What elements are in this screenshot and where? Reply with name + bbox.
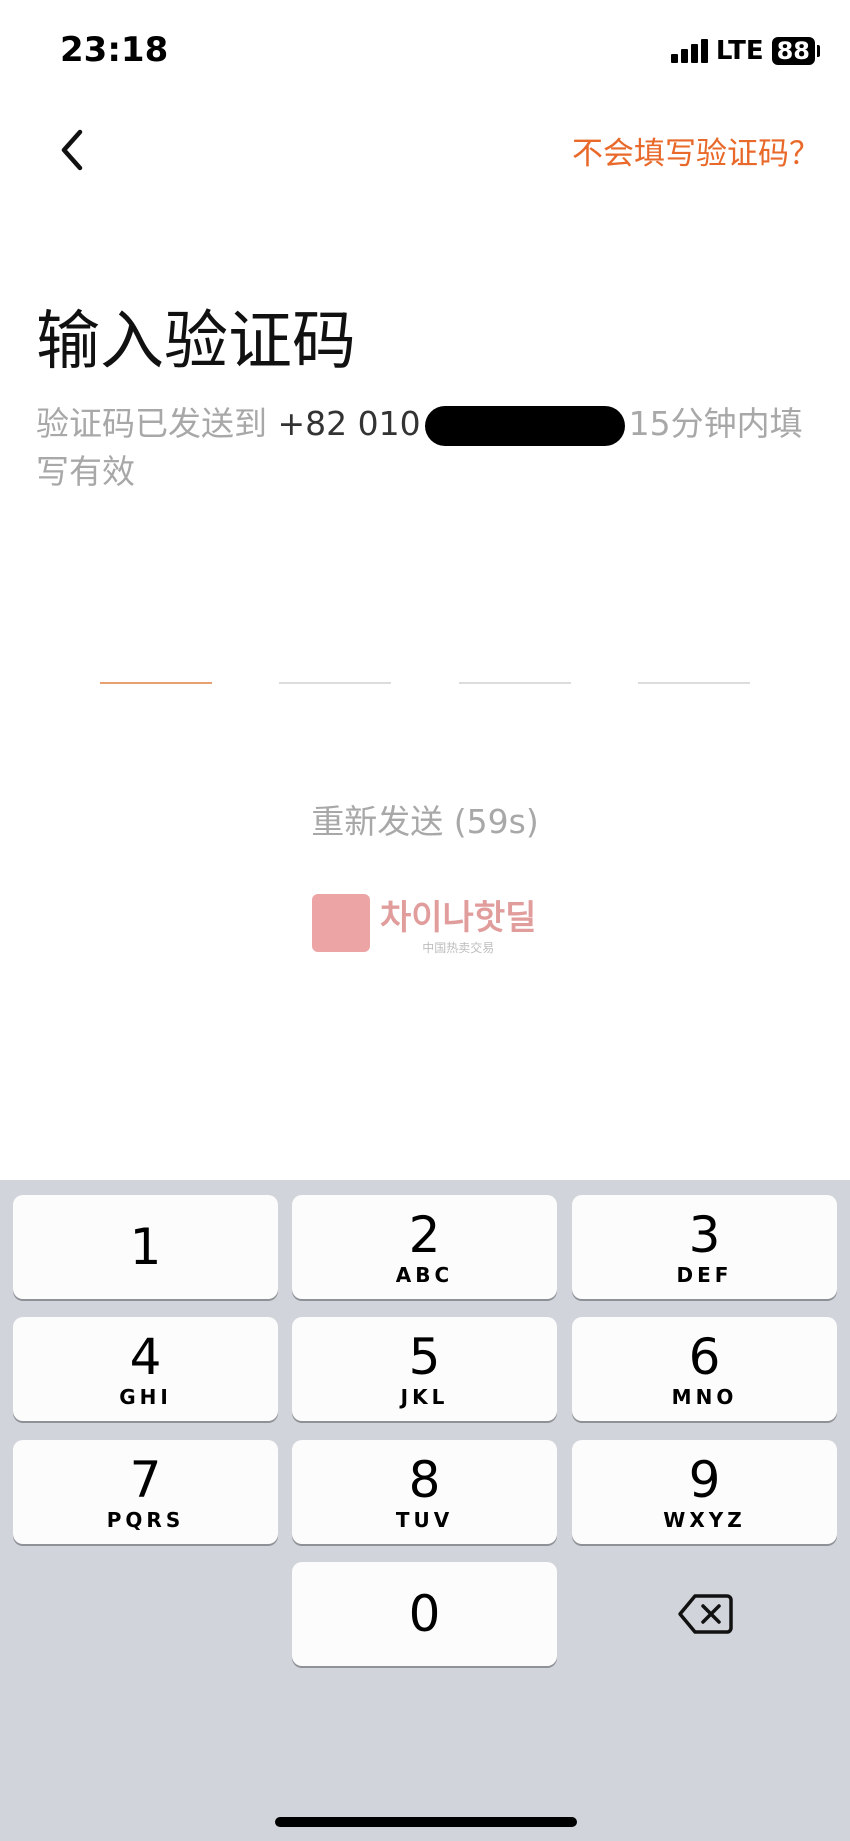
key-4[interactable]: 4 GHI xyxy=(13,1317,278,1421)
page-title: 输入验证码 xyxy=(36,305,356,379)
signal-icon xyxy=(670,39,708,63)
resend-button[interactable]: 重新发送 (59s) xyxy=(0,795,850,843)
code-slot[interactable] xyxy=(279,682,392,684)
code-input[interactable] xyxy=(100,682,750,684)
help-link[interactable]: 不会填写验证码？ xyxy=(572,128,820,173)
status-time: 23:18 xyxy=(60,30,169,70)
network-label: LTE xyxy=(715,36,764,66)
key-1[interactable]: 1 xyxy=(13,1195,278,1299)
watermark-subtitle: 中国热卖交易 xyxy=(422,941,495,955)
verification-screen: 23:18 LTE 88 不会填写验证码？ 输入验证码 验证码已发送到 +82 … xyxy=(0,0,850,1841)
description: 验证码已发送到 +82 010 15分钟内填写有效 xyxy=(36,400,826,496)
home-indicator[interactable] xyxy=(275,1817,577,1827)
chevron-left-icon xyxy=(61,129,83,171)
description-prefix: 验证码已发送到 xyxy=(36,404,267,443)
key-6[interactable]: 6 MNO xyxy=(572,1317,837,1421)
back-button[interactable] xyxy=(50,120,94,180)
code-slot[interactable] xyxy=(458,682,571,684)
phone-number: +82 010 xyxy=(277,404,421,443)
key-7[interactable]: 7 PQRS xyxy=(13,1440,278,1544)
status-indicators: LTE 88 xyxy=(670,36,820,66)
key-2[interactable]: 2 ABC xyxy=(292,1195,557,1299)
backspace-icon xyxy=(677,1594,733,1634)
watermark-logo-icon xyxy=(312,894,370,952)
key-5[interactable]: 5 JKL xyxy=(292,1317,557,1421)
key-0[interactable]: 0 xyxy=(292,1562,557,1666)
battery-level: 88 xyxy=(771,37,815,65)
code-slot[interactable] xyxy=(637,682,750,684)
watermark: 차이나핫딜 中国热卖交易 xyxy=(312,890,536,956)
key-8[interactable]: 8 TUV xyxy=(292,1440,557,1544)
numeric-keypad: 1 2 ABC 3 DEF 4 GHI 5 JKL 6 MNO 7 PQRS 8… xyxy=(0,1180,850,1841)
code-slot[interactable] xyxy=(100,682,212,684)
redaction-mark xyxy=(424,405,625,446)
delete-key[interactable] xyxy=(572,1562,837,1666)
key-3[interactable]: 3 DEF xyxy=(572,1195,837,1299)
battery-icon: 88 xyxy=(771,37,820,65)
watermark-title: 차이나핫딜 xyxy=(380,898,537,938)
key-9[interactable]: 9 WXYZ xyxy=(572,1440,837,1544)
